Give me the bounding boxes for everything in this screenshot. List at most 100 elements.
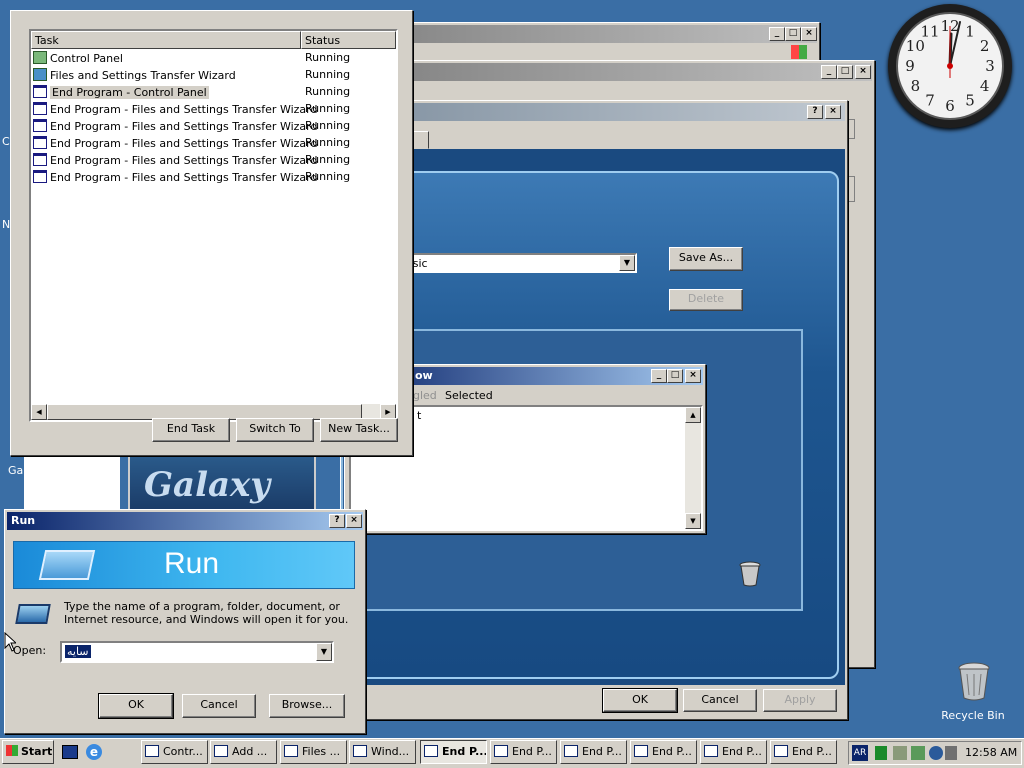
delete-button[interactable]: Delete [669, 289, 743, 311]
cancel-button[interactable]: Cancel [182, 694, 256, 718]
taskbar-button[interactable]: End P... [420, 740, 487, 764]
taskbar-button-label: Add ... [232, 745, 268, 758]
cancel-button[interactable]: Cancel [683, 689, 757, 712]
list-item: t [417, 409, 422, 422]
maximize-button[interactable]: □ [667, 369, 683, 383]
column-header-status[interactable]: Status [301, 31, 396, 49]
window-title: Run [11, 514, 36, 527]
window-icon [33, 119, 47, 132]
taskbar-button[interactable]: End P... [630, 740, 697, 764]
task-name: Control Panel [50, 52, 123, 65]
chevron-down-icon[interactable]: ▼ [316, 643, 332, 661]
task-status: Running [305, 136, 351, 149]
title-bar[interactable] [343, 25, 817, 43]
table-row[interactable]: End Program - Files and Settings Transfe… [33, 119, 393, 136]
close-button[interactable]: × [801, 27, 817, 41]
maximize-button[interactable]: □ [837, 65, 853, 79]
quick-launch-ie-icon[interactable]: e [86, 744, 102, 760]
task-status: Running [305, 68, 351, 81]
tray-icon[interactable] [929, 746, 943, 760]
chevron-down-icon[interactable]: ▼ [619, 255, 635, 271]
table-row[interactable]: Files and Settings Transfer Wizard Runnin… [33, 68, 393, 85]
table-row[interactable]: End Program - Files and Settings Transfe… [33, 153, 393, 170]
recycle-bin-icon[interactable] [957, 662, 991, 702]
scrollbar[interactable]: ▲ ▼ [685, 407, 701, 529]
open-input[interactable]: سايه ▼ [60, 641, 334, 663]
scrollbar-fragment[interactable] [847, 119, 855, 139]
close-button[interactable]: × [346, 514, 362, 528]
task-status: Running [305, 153, 351, 166]
minimize-button[interactable]: _ [651, 369, 667, 383]
scroll-down-icon[interactable]: ▼ [685, 513, 701, 529]
title-bar[interactable] [343, 103, 845, 121]
clock-number: 4 [980, 77, 990, 95]
tray-icon[interactable] [911, 746, 925, 760]
close-button[interactable]: × [825, 105, 841, 119]
window-icon [564, 745, 578, 757]
table-row[interactable]: End Program - Control Panel Running [33, 85, 393, 102]
help-button[interactable]: ? [329, 514, 345, 528]
mouse-cursor-icon [4, 631, 18, 655]
clock-gadget[interactable]: 12 1 2 3 4 5 6 7 8 9 10 11 [888, 4, 1012, 128]
clock-number: 6 [945, 97, 955, 115]
taskbar-button[interactable]: End P... [770, 740, 837, 764]
minimize-button[interactable]: _ [821, 65, 837, 79]
window-icon [33, 102, 47, 115]
window-icon [424, 745, 438, 757]
end-task-button[interactable]: End Task [152, 418, 230, 442]
run-icon [15, 604, 51, 624]
close-button[interactable]: × [855, 65, 871, 79]
task-name: End Program - Files and Settings Transfe… [50, 154, 318, 167]
switch-to-button[interactable]: Switch To [236, 418, 314, 442]
desktop-label-fragment: C [2, 135, 10, 148]
task-name: End Program - Files and Settings Transfe… [50, 137, 318, 150]
taskbar-button[interactable]: End P... [700, 740, 767, 764]
taskbar-button[interactable]: End P... [560, 740, 627, 764]
apply-button[interactable]: Apply [763, 689, 837, 712]
taskbar-button-label: End P... [722, 745, 762, 758]
title-bar[interactable]: Run [7, 512, 363, 530]
close-button[interactable]: × [685, 369, 701, 383]
clock-number: 11 [920, 22, 939, 40]
taskbar-button[interactable]: Files ... [280, 740, 347, 764]
language-indicator[interactable]: AR [852, 745, 868, 761]
clock-time[interactable]: 12:58 AM [965, 746, 1017, 759]
table-row[interactable]: End Program - Files and Settings Transfe… [33, 102, 393, 119]
column-header-task[interactable]: Task [31, 31, 301, 49]
start-button[interactable]: Start [2, 740, 54, 764]
task-name: End Program - Files and Settings Transfe… [50, 120, 318, 133]
browse-button[interactable]: Browse... [269, 694, 345, 718]
minimize-button[interactable]: _ [769, 27, 785, 41]
help-button[interactable]: ? [807, 105, 823, 119]
new-task-button[interactable]: New Task... [320, 418, 398, 442]
tray-icon[interactable] [893, 746, 907, 760]
scroll-up-icon[interactable]: ▲ [685, 407, 701, 423]
ok-button[interactable]: OK [98, 693, 174, 719]
table-row[interactable]: End Program - Files and Settings Transfe… [33, 136, 393, 153]
scroll-left-icon[interactable]: ◀ [31, 404, 47, 420]
quick-launch-show-desktop-icon[interactable] [62, 745, 78, 759]
scrollbar-fragment[interactable] [847, 176, 855, 202]
tray-icon[interactable] [875, 746, 887, 760]
taskbar-button[interactable]: Wind... [349, 740, 416, 764]
maximize-button[interactable]: □ [785, 27, 801, 41]
color-scheme-dropdown[interactable]: ssic ▼ [401, 253, 637, 273]
taskbar-button[interactable]: Contr... [141, 740, 208, 764]
ok-button[interactable]: OK [602, 688, 678, 713]
table-row[interactable]: End Program - Files and Settings Transfe… [33, 170, 393, 187]
tray-icon[interactable] [945, 746, 957, 760]
taskbar-button-label: End P... [442, 745, 487, 758]
title-bar[interactable] [353, 63, 872, 81]
window-icon [33, 170, 47, 183]
window-title: ow [415, 369, 433, 382]
taskbar-button[interactable]: Add ... [210, 740, 277, 764]
run-dialog[interactable]: Run ? × Run Type the name of a program, … [4, 509, 366, 734]
window-icon [634, 745, 648, 757]
window-icon [33, 68, 47, 81]
task-manager-window[interactable]: Task Status Control Panel Running Files an… [10, 10, 413, 456]
save-as-button[interactable]: Save As... [669, 247, 743, 271]
table-row[interactable]: Control Panel Running [33, 51, 393, 68]
taskbar-button[interactable]: End P... [490, 740, 557, 764]
task-list[interactable]: Task Status Control Panel Running Files an… [29, 29, 398, 422]
window-icon [214, 745, 228, 757]
